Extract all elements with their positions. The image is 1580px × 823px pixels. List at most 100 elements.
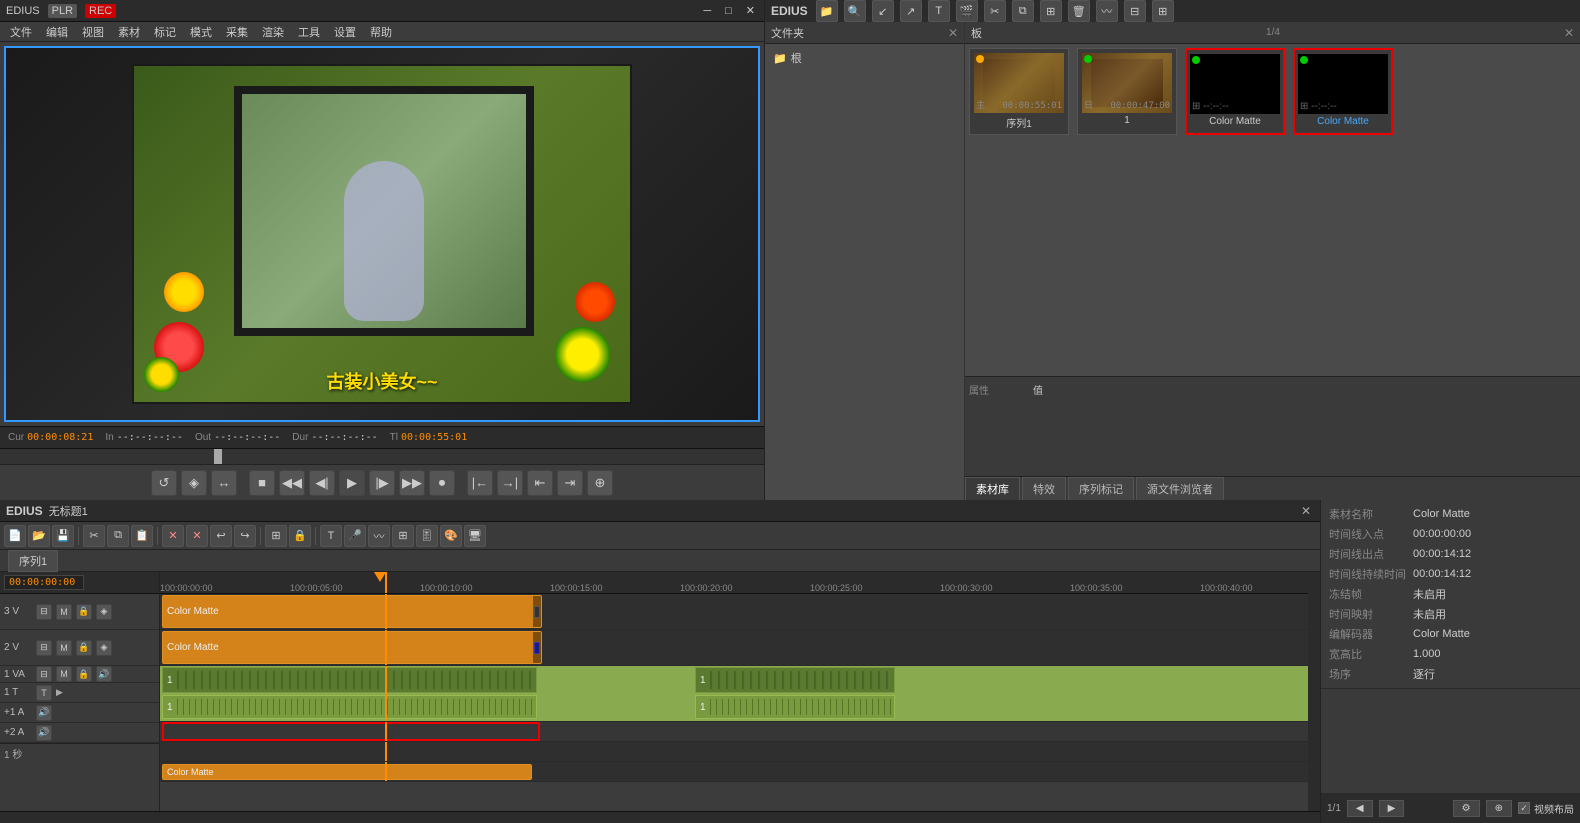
rp-prev-page[interactable]: ◀ xyxy=(1347,800,1373,817)
timecode-input[interactable] xyxy=(4,575,84,590)
track-2a-mute[interactable]: 🔊 xyxy=(36,725,52,741)
ff-button[interactable]: ▶▶ xyxy=(399,470,425,496)
menu-tools[interactable]: 工具 xyxy=(292,24,326,40)
rb-import[interactable]: ↙ xyxy=(872,0,894,22)
tl-wave[interactable]: 〰 xyxy=(368,525,390,547)
menu-clip[interactable]: 素材 xyxy=(112,24,146,40)
rb-export[interactable]: ↗ xyxy=(900,0,922,22)
clip-1va-audio2[interactable]: 1 xyxy=(695,695,895,719)
track-2v-expand[interactable]: ⊟ xyxy=(36,640,52,656)
rb-dup[interactable]: ⊞ xyxy=(1040,0,1062,22)
menu-settings[interactable]: 设置 xyxy=(328,24,362,40)
rb-map[interactable]: ⊟ xyxy=(1124,0,1146,22)
track-1va-mute[interactable]: M xyxy=(56,666,72,682)
tl-sync[interactable]: 🔒 xyxy=(289,525,311,547)
clip-1va-video2[interactable]: 1 xyxy=(695,667,895,693)
menu-render[interactable]: 渲染 xyxy=(256,24,290,40)
rb-search[interactable]: 🔍 xyxy=(844,0,866,22)
track-1t-lock[interactable]: T xyxy=(36,685,52,701)
loop-button[interactable]: ↺ xyxy=(151,470,177,496)
tl-copy-tool[interactable]: ⧉ xyxy=(107,525,129,547)
next-edit-button[interactable]: ⇥ xyxy=(557,470,583,496)
tl-mixer[interactable]: 🎚 xyxy=(416,525,438,547)
track-2v-lock[interactable]: 🔒 xyxy=(76,640,92,656)
tl-text-tool[interactable]: T xyxy=(320,525,342,547)
scrubber-bar[interactable] xyxy=(0,448,764,464)
sequence-tab[interactable]: 序列1 xyxy=(8,550,58,572)
scrubber-thumb[interactable] xyxy=(214,449,222,464)
rp-layout-checkbox[interactable]: 视频布局 xyxy=(1518,801,1574,816)
track-bg-1va[interactable]: 1 1 1 xyxy=(160,666,1308,721)
next-frame-button[interactable]: |▶ xyxy=(369,470,395,496)
tl-color[interactable]: 🎨 xyxy=(440,525,462,547)
minimize-button[interactable]: ─ xyxy=(700,5,714,17)
rp-settings-btn[interactable]: ⚙ xyxy=(1453,800,1480,817)
clip-2v-color-matte[interactable]: Color Matte xyxy=(162,631,542,664)
tl-insert[interactable]: ✕ xyxy=(186,525,208,547)
rp-next-page[interactable]: ▶ xyxy=(1379,800,1405,817)
stop-button[interactable]: ■ xyxy=(249,470,275,496)
tl-save[interactable]: 💾 xyxy=(52,525,74,547)
menu-file[interactable]: 文件 xyxy=(4,24,38,40)
rb-copy[interactable]: ⧉ xyxy=(1012,0,1034,22)
track-1va-lock[interactable]: 🔒 xyxy=(76,666,92,682)
track-3v-lock[interactable]: 🔒 xyxy=(76,604,92,620)
file-tree-root[interactable]: 📁 根 xyxy=(769,48,960,68)
mark-out-button[interactable]: →| xyxy=(497,470,523,496)
timeline-close-button[interactable]: ✕ xyxy=(1298,504,1314,518)
rb-layout[interactable]: ⊞ xyxy=(1152,0,1174,22)
play-button[interactable]: ▶ xyxy=(339,470,365,496)
track-2v-visible[interactable]: ◈ xyxy=(96,640,112,656)
rb-del[interactable]: 🗑 xyxy=(1068,0,1090,22)
rb-wave[interactable]: 〰 xyxy=(1096,0,1118,22)
tl-overwrite[interactable]: ✕ xyxy=(162,525,184,547)
menu-view[interactable]: 视图 xyxy=(76,24,110,40)
snap-button[interactable]: ◈ xyxy=(181,470,207,496)
tab-effects[interactable]: 特效 xyxy=(1022,477,1066,500)
record-button[interactable]: ⏺ xyxy=(429,470,455,496)
track-1va-audio[interactable]: 🔊 xyxy=(96,666,112,682)
menu-edit[interactable]: 编辑 xyxy=(40,24,74,40)
timeline-hscrollbar[interactable] xyxy=(0,811,1320,823)
tl-cut-tool[interactable]: ✂ xyxy=(83,525,105,547)
trim-button[interactable]: ⊕ xyxy=(587,470,613,496)
prev-frame-button[interactable]: ◀| xyxy=(309,470,335,496)
track-1a-mute[interactable]: 🔊 xyxy=(36,705,52,721)
prev-edit-button[interactable]: ⇤ xyxy=(527,470,553,496)
rb-cut[interactable]: ✂ xyxy=(984,0,1006,22)
close-button[interactable]: ✕ xyxy=(743,4,758,17)
tab-source-browser[interactable]: 源文件浏览者 xyxy=(1136,477,1224,500)
maximize-button[interactable]: □ xyxy=(722,5,735,17)
tl-monitor[interactable]: 🖥 xyxy=(464,525,486,547)
clip-3v-color-matte[interactable]: Color Matte xyxy=(162,595,542,628)
timeline-ruler[interactable]: 100:00:00:00 100:00:05:00 100:00:10:00 1… xyxy=(160,572,1308,594)
track-bg-3v[interactable]: Color Matte xyxy=(160,594,1308,629)
track-3v-visible[interactable]: ◈ xyxy=(96,604,112,620)
rb-text[interactable]: T xyxy=(928,0,950,22)
track-2v-mute[interactable]: M xyxy=(56,640,72,656)
tl-new[interactable]: 📄 xyxy=(4,525,26,547)
rp-zoom-btn[interactable]: ⊕ xyxy=(1486,800,1512,817)
bin-item-seq1[interactable]: 00:00:55:01 主 序列1 xyxy=(969,48,1069,135)
timeline-vscrollbar[interactable] xyxy=(1308,572,1320,811)
tl-mic[interactable]: 🎤 xyxy=(344,525,366,547)
clip-2a-color-matte[interactable]: Color Matte xyxy=(162,764,532,780)
menu-mode[interactable]: 模式 xyxy=(184,24,218,40)
track-1va-expand[interactable]: ⊟ xyxy=(36,666,52,682)
menu-help[interactable]: 帮助 xyxy=(364,24,398,40)
mark-in-button[interactable]: |← xyxy=(467,470,493,496)
track-3v-expand[interactable]: ⊟ xyxy=(36,604,52,620)
tl-open[interactable]: 📂 xyxy=(28,525,50,547)
rewind-button[interactable]: ◀◀ xyxy=(279,470,305,496)
tl-grid-view[interactable]: ⊞ xyxy=(392,525,414,547)
tl-redo[interactable]: ↪ xyxy=(234,525,256,547)
tl-undo[interactable]: ↩ xyxy=(210,525,232,547)
clip-1va-audio1[interactable]: 1 xyxy=(162,695,537,719)
menu-capture[interactable]: 采集 xyxy=(220,24,254,40)
track-bg-2v[interactable]: Color Matte xyxy=(160,630,1308,665)
track-bg-1t[interactable] xyxy=(160,722,1308,741)
bin-item-clip1[interactable]: 00:00:47:00 日 1 xyxy=(1077,48,1177,135)
file-browser-close[interactable]: ✕ xyxy=(948,26,958,40)
menu-mark[interactable]: 标记 xyxy=(148,24,182,40)
bin-item-cm2[interactable]: ⊞ --:--:-- Color Matte xyxy=(1293,48,1393,135)
